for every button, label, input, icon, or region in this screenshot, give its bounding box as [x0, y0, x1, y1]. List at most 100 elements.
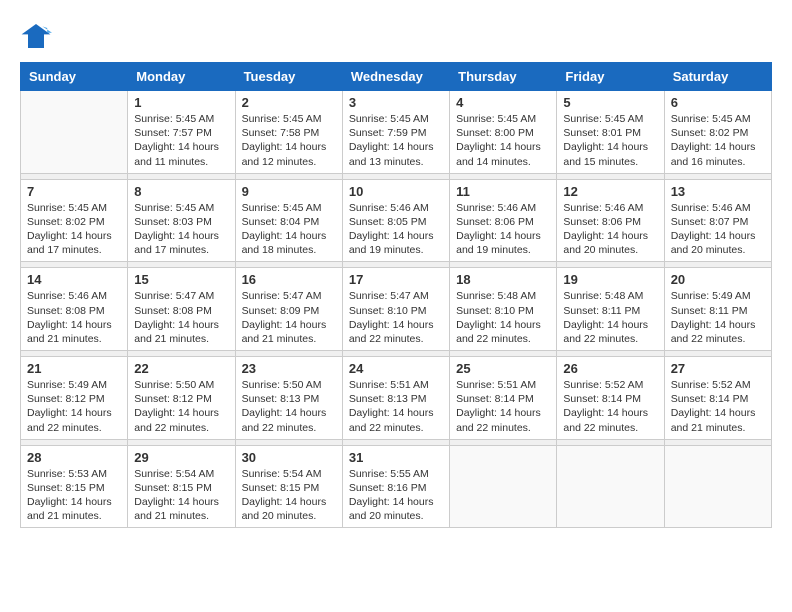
weekday-header: Tuesday	[235, 63, 342, 91]
cell-content: Sunrise: 5:45 AM Sunset: 8:00 PM Dayligh…	[456, 112, 550, 169]
calendar-cell: 28Sunrise: 5:53 AM Sunset: 8:15 PM Dayli…	[21, 445, 128, 528]
day-number: 1	[134, 95, 228, 110]
calendar-cell: 29 Sunrise: 5:54 AM Sunset: 8:15 PM Dayli…	[128, 445, 235, 528]
calendar-cell: 26 Sunrise: 5:52 AM Sunset: 8:14 PM Dayli…	[557, 357, 664, 440]
calendar-cell: 23 Sunrise: 5:50 AM Sunset: 8:13 PM Dayli…	[235, 357, 342, 440]
calendar-cell: 17 Sunrise: 5:47 AM Sunset: 8:10 PM Dayli…	[342, 268, 449, 351]
day-number: 22	[134, 361, 228, 376]
cell-content: Sunrise: 5:46 AM Sunset: 8:06 PM Dayligh…	[456, 201, 550, 258]
calendar-cell	[664, 445, 771, 528]
day-number: 16	[242, 272, 336, 287]
calendar-cell	[557, 445, 664, 528]
calendar-cell: 12Sunrise: 5:46 AM Sunset: 8:06 PM Dayli…	[557, 179, 664, 262]
day-number: 13	[671, 184, 765, 199]
day-number: 4	[456, 95, 550, 110]
logo-icon	[20, 20, 52, 52]
calendar-cell	[450, 445, 557, 528]
cell-content: Sunrise: 5:46 AM Sunset: 8:08 PM Dayligh…	[27, 289, 121, 346]
weekday-header: Saturday	[664, 63, 771, 91]
cell-content: Sunrise: 5:49 AM Sunset: 8:12 PM Dayligh…	[27, 378, 121, 435]
cell-content: Sunrise: 5:51 AM Sunset: 8:14 PM Dayligh…	[456, 378, 550, 435]
cell-content: Sunrise: 5:48 AM Sunset: 8:11 PM Dayligh…	[563, 289, 657, 346]
calendar-cell: 8 Sunrise: 5:45 AM Sunset: 8:03 PM Daylig…	[128, 179, 235, 262]
day-number: 8	[134, 184, 228, 199]
day-number: 15	[134, 272, 228, 287]
page-header	[20, 20, 772, 52]
calendar-cell: 2 Sunrise: 5:45 AM Sunset: 7:58 PM Daylig…	[235, 91, 342, 174]
calendar-week-row: 28Sunrise: 5:53 AM Sunset: 8:15 PM Dayli…	[21, 445, 772, 528]
calendar-week-row: 21 Sunrise: 5:49 AM Sunset: 8:12 PM Dayli…	[21, 357, 772, 440]
calendar-cell: 11 Sunrise: 5:46 AM Sunset: 8:06 PM Dayli…	[450, 179, 557, 262]
day-number: 30	[242, 450, 336, 465]
day-number: 10	[349, 184, 443, 199]
calendar-cell: 22 Sunrise: 5:50 AM Sunset: 8:12 PM Dayli…	[128, 357, 235, 440]
day-number: 2	[242, 95, 336, 110]
calendar-week-row: 14 Sunrise: 5:46 AM Sunset: 8:08 PM Dayli…	[21, 268, 772, 351]
cell-content: Sunrise: 5:48 AM Sunset: 8:10 PM Dayligh…	[456, 289, 550, 346]
calendar-cell: 25 Sunrise: 5:51 AM Sunset: 8:14 PM Dayli…	[450, 357, 557, 440]
cell-content: Sunrise: 5:46 AM Sunset: 8:07 PM Dayligh…	[671, 201, 765, 258]
day-number: 23	[242, 361, 336, 376]
calendar-cell: 14 Sunrise: 5:46 AM Sunset: 8:08 PM Dayli…	[21, 268, 128, 351]
cell-content: Sunrise: 5:45 AM Sunset: 7:59 PM Dayligh…	[349, 112, 443, 169]
cell-content: Sunrise: 5:47 AM Sunset: 8:10 PM Dayligh…	[349, 289, 443, 346]
cell-content: Sunrise: 5:54 AM Sunset: 8:15 PM Dayligh…	[242, 467, 336, 524]
calendar-cell: 16 Sunrise: 5:47 AM Sunset: 8:09 PM Dayli…	[235, 268, 342, 351]
calendar-cell: 19Sunrise: 5:48 AM Sunset: 8:11 PM Dayli…	[557, 268, 664, 351]
calendar-cell: 20Sunrise: 5:49 AM Sunset: 8:11 PM Dayli…	[664, 268, 771, 351]
day-number: 3	[349, 95, 443, 110]
day-number: 18	[456, 272, 550, 287]
day-number: 21	[27, 361, 121, 376]
day-number: 31	[349, 450, 443, 465]
day-number: 24	[349, 361, 443, 376]
cell-content: Sunrise: 5:47 AM Sunset: 8:08 PM Dayligh…	[134, 289, 228, 346]
calendar-week-row: 7Sunrise: 5:45 AM Sunset: 8:02 PM Daylig…	[21, 179, 772, 262]
day-number: 17	[349, 272, 443, 287]
day-number: 14	[27, 272, 121, 287]
day-number: 26	[563, 361, 657, 376]
calendar-cell: 3 Sunrise: 5:45 AM Sunset: 7:59 PM Daylig…	[342, 91, 449, 174]
cell-content: Sunrise: 5:50 AM Sunset: 8:12 PM Dayligh…	[134, 378, 228, 435]
cell-content: Sunrise: 5:55 AM Sunset: 8:16 PM Dayligh…	[349, 467, 443, 524]
day-number: 20	[671, 272, 765, 287]
cell-content: Sunrise: 5:45 AM Sunset: 7:58 PM Dayligh…	[242, 112, 336, 169]
calendar-cell: 9Sunrise: 5:45 AM Sunset: 8:04 PM Daylig…	[235, 179, 342, 262]
day-number: 6	[671, 95, 765, 110]
cell-content: Sunrise: 5:52 AM Sunset: 8:14 PM Dayligh…	[671, 378, 765, 435]
cell-content: Sunrise: 5:45 AM Sunset: 8:02 PM Dayligh…	[671, 112, 765, 169]
calendar-cell: 31 Sunrise: 5:55 AM Sunset: 8:16 PM Dayli…	[342, 445, 449, 528]
weekday-header: Friday	[557, 63, 664, 91]
day-number: 29	[134, 450, 228, 465]
cell-content: Sunrise: 5:46 AM Sunset: 8:06 PM Dayligh…	[563, 201, 657, 258]
calendar-cell: 30 Sunrise: 5:54 AM Sunset: 8:15 PM Dayli…	[235, 445, 342, 528]
day-number: 5	[563, 95, 657, 110]
day-number: 27	[671, 361, 765, 376]
calendar-cell: 15 Sunrise: 5:47 AM Sunset: 8:08 PM Dayli…	[128, 268, 235, 351]
cell-content: Sunrise: 5:53 AM Sunset: 8:15 PM Dayligh…	[27, 467, 121, 524]
calendar-cell: 5 Sunrise: 5:45 AM Sunset: 8:01 PM Daylig…	[557, 91, 664, 174]
calendar-cell: 1Sunrise: 5:45 AM Sunset: 7:57 PM Daylig…	[128, 91, 235, 174]
day-number: 25	[456, 361, 550, 376]
weekday-header: Sunday	[21, 63, 128, 91]
cell-content: Sunrise: 5:45 AM Sunset: 8:04 PM Dayligh…	[242, 201, 336, 258]
day-number: 11	[456, 184, 550, 199]
day-number: 7	[27, 184, 121, 199]
calendar-cell: 10 Sunrise: 5:46 AM Sunset: 8:05 PM Dayli…	[342, 179, 449, 262]
cell-content: Sunrise: 5:51 AM Sunset: 8:13 PM Dayligh…	[349, 378, 443, 435]
cell-content: Sunrise: 5:45 AM Sunset: 8:03 PM Dayligh…	[134, 201, 228, 258]
calendar-cell: 27 Sunrise: 5:52 AM Sunset: 8:14 PM Dayli…	[664, 357, 771, 440]
cell-content: Sunrise: 5:52 AM Sunset: 8:14 PM Dayligh…	[563, 378, 657, 435]
calendar-cell: 24 Sunrise: 5:51 AM Sunset: 8:13 PM Dayli…	[342, 357, 449, 440]
cell-content: Sunrise: 5:50 AM Sunset: 8:13 PM Dayligh…	[242, 378, 336, 435]
calendar-cell: 18 Sunrise: 5:48 AM Sunset: 8:10 PM Dayli…	[450, 268, 557, 351]
logo	[20, 20, 56, 52]
weekday-header: Thursday	[450, 63, 557, 91]
cell-content: Sunrise: 5:46 AM Sunset: 8:05 PM Dayligh…	[349, 201, 443, 258]
calendar-week-row: 1Sunrise: 5:45 AM Sunset: 7:57 PM Daylig…	[21, 91, 772, 174]
calendar-cell: 4 Sunrise: 5:45 AM Sunset: 8:00 PM Daylig…	[450, 91, 557, 174]
calendar-cell: 7Sunrise: 5:45 AM Sunset: 8:02 PM Daylig…	[21, 179, 128, 262]
cell-content: Sunrise: 5:45 AM Sunset: 8:01 PM Dayligh…	[563, 112, 657, 169]
cell-content: Sunrise: 5:54 AM Sunset: 8:15 PM Dayligh…	[134, 467, 228, 524]
calendar-cell	[21, 91, 128, 174]
cell-content: Sunrise: 5:47 AM Sunset: 8:09 PM Dayligh…	[242, 289, 336, 346]
